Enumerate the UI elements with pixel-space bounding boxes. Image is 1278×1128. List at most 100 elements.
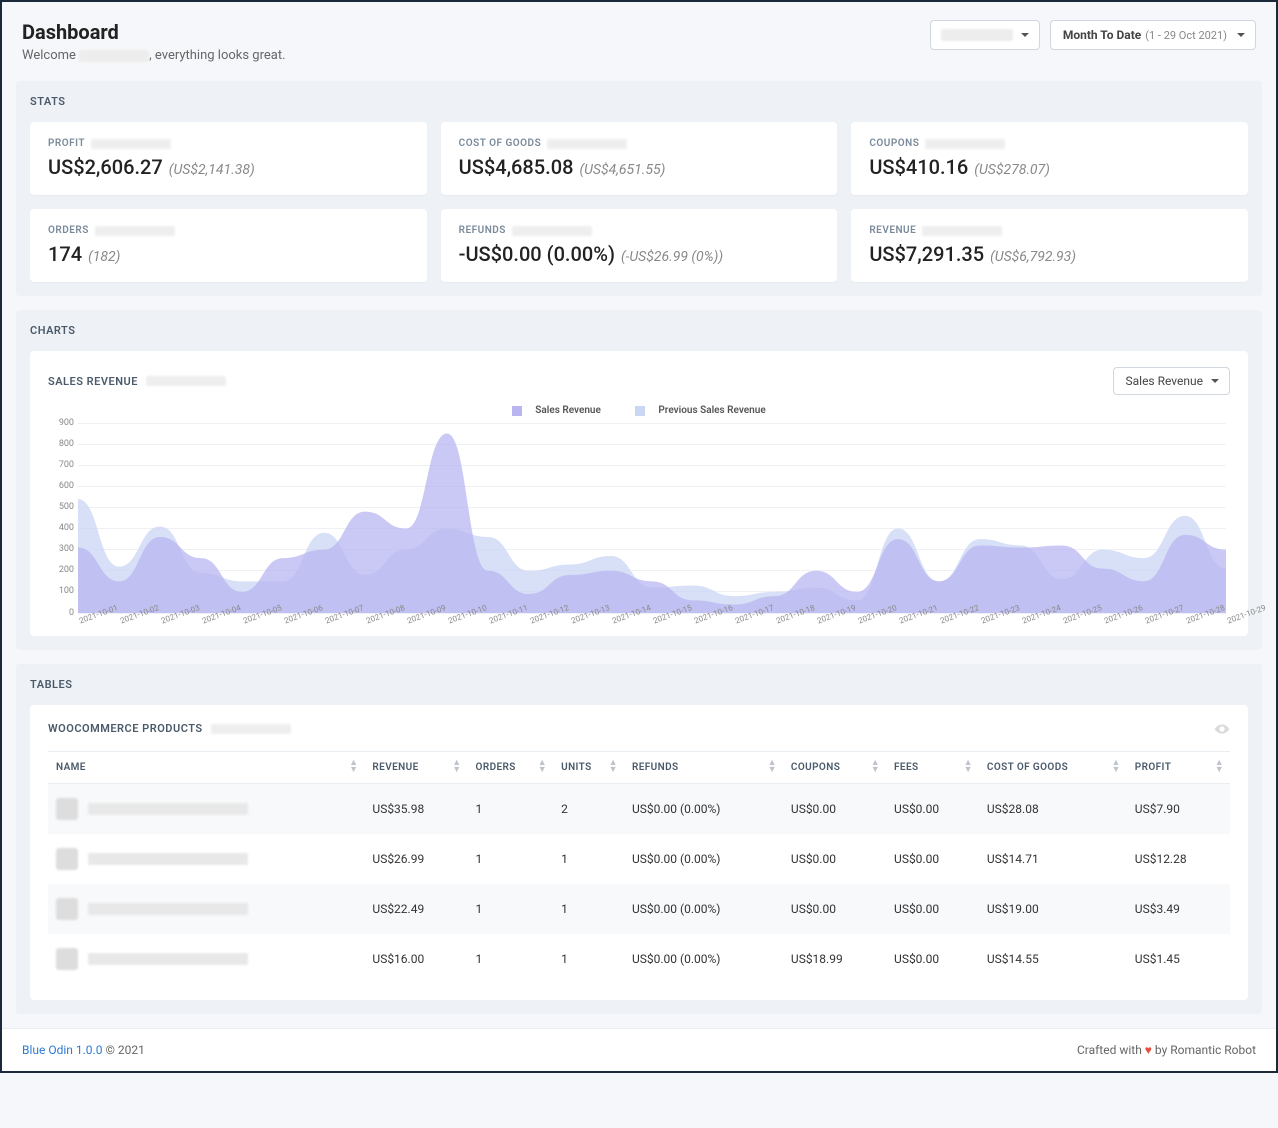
col-cost-of-goods[interactable]: Cost Of Goods▲▼ (979, 751, 1127, 783)
date-range-selector[interactable]: Month To Date (1 - 29 Oct 2021) (1050, 20, 1256, 50)
x-tick: 2021-10-23 (980, 617, 983, 625)
stat-label: Profit (48, 138, 409, 149)
cell-units: 1 (553, 884, 624, 934)
products-table: Name▲▼Revenue▲▼Orders▲▼Units▲▼Refunds▲▼C… (48, 751, 1230, 984)
x-tick: 2021-10-19 (816, 617, 819, 625)
chart-x-axis: 2021-10-012021-10-022021-10-032021-10-04… (78, 617, 1226, 626)
x-tick: 2021-10-09 (406, 617, 409, 625)
cell-revenue: US$16.00 (364, 934, 467, 984)
sort-icon: ▲▼ (349, 760, 358, 774)
chart-metric-label: Sales Revenue (1126, 374, 1204, 388)
stat-label-redacted (95, 226, 175, 236)
cell-name (48, 884, 364, 934)
product-thumb (56, 948, 78, 970)
product-name-redacted (88, 903, 248, 915)
product-thumb (56, 798, 78, 820)
stat-label-redacted (512, 226, 592, 236)
col-fees[interactable]: Fees▲▼ (886, 751, 979, 783)
stat-label-redacted (547, 139, 627, 149)
welcome-suffix: , everything looks great. (149, 48, 285, 63)
cell-revenue: US$22.49 (364, 884, 467, 934)
stat-value-row: US$4,685.08(US$4,651.55) (459, 155, 820, 179)
cell-cogs: US$19.00 (979, 884, 1127, 934)
stat-label: Coupons (869, 138, 1230, 149)
x-tick: 2021-10-22 (939, 617, 942, 625)
user-name-redacted (79, 50, 149, 62)
table-row[interactable]: US$22.49 1 1 US$0.00 (0.00%) US$0.00 US$… (48, 884, 1230, 934)
page-header: Dashboard Welcome , everything looks gre… (2, 2, 1276, 81)
page-title: Dashboard (22, 20, 286, 44)
x-tick: 2021-10-17 (734, 617, 737, 625)
x-tick: 2021-10-11 (488, 617, 491, 625)
table-row[interactable]: US$16.00 1 1 US$0.00 (0.00%) US$18.99 US… (48, 934, 1230, 984)
stat-label: Orders (48, 225, 409, 236)
tables-section: Tables WooCommerce Products Name▲▼Revenu… (16, 664, 1262, 1014)
cell-name (48, 834, 364, 884)
table-body: US$35.98 1 2 US$0.00 (0.00%) US$0.00 US$… (48, 783, 1230, 984)
x-tick: 2021-10-24 (1021, 617, 1024, 625)
col-units[interactable]: Units▲▼ (553, 751, 624, 783)
x-tick: 2021-10-10 (447, 617, 450, 625)
header-left: Dashboard Welcome , everything looks gre… (22, 20, 286, 63)
stat-card-orders: Orders 174(182) (30, 209, 427, 282)
col-orders[interactable]: Orders▲▼ (468, 751, 554, 783)
x-tick: 2021-10-04 (201, 617, 204, 625)
cell-cogs: US$28.08 (979, 783, 1127, 834)
stat-value-row: US$7,291.35(US$6,792.93) (869, 242, 1230, 266)
legend-current: Sales Revenue (504, 405, 609, 416)
y-tick: 200 (59, 565, 74, 575)
products-table-card: WooCommerce Products Name▲▼Revenue▲▼Orde… (30, 705, 1248, 1000)
cell-orders: 1 (468, 884, 554, 934)
site-selector[interactable] (930, 20, 1040, 50)
x-tick: 2021-10-07 (324, 617, 327, 625)
product-name-redacted (88, 803, 248, 815)
x-tick: 2021-10-25 (1062, 617, 1065, 625)
x-tick: 2021-10-05 (242, 617, 245, 625)
product-thumb (56, 848, 78, 870)
x-tick: 2021-10-06 (283, 617, 286, 625)
chart-svg (78, 423, 1226, 613)
col-profit[interactable]: Profit▲▼ (1127, 751, 1230, 783)
col-refunds[interactable]: Refunds▲▼ (624, 751, 783, 783)
cell-name (48, 783, 364, 834)
table-row[interactable]: US$35.98 1 2 US$0.00 (0.00%) US$0.00 US$… (48, 783, 1230, 834)
stat-previous: (US$278.07) (974, 162, 1050, 178)
sort-icon: ▲▼ (1215, 760, 1224, 774)
y-tick: 900 (59, 418, 74, 428)
stat-card-refunds: Refunds -US$0.00 (0.00%)(-US$26.99 (0%)) (441, 209, 838, 282)
app-version-link[interactable]: Blue Odin 1.0.0 (22, 1043, 102, 1057)
stat-value: US$410.16 (869, 155, 968, 179)
stat-card-coupons: Coupons US$410.16 (US$278.07) (851, 122, 1248, 195)
sort-icon: ▲▼ (871, 760, 880, 774)
cell-coupons: US$0.00 (783, 783, 886, 834)
stat-value: -US$0.00 (0.00%) (459, 242, 615, 266)
welcome-text: Welcome , everything looks great. (22, 48, 286, 63)
x-tick: 2021-10-21 (898, 617, 901, 625)
stat-value-row: -US$0.00 (0.00%)(-US$26.99 (0%)) (459, 242, 820, 266)
product-name-redacted (88, 853, 248, 865)
page-footer: Blue Odin 1.0.0 © 2021 Crafted with ♥ by… (2, 1028, 1276, 1071)
table-row[interactable]: US$26.99 1 1 US$0.00 (0.00%) US$0.00 US$… (48, 834, 1230, 884)
chart-metric-selector[interactable]: Sales Revenue (1113, 367, 1231, 395)
crafted-suffix: by Romantic Robot (1155, 1043, 1256, 1057)
stat-previous: (US$6,792.93) (990, 249, 1076, 265)
table-header: WooCommerce Products (48, 721, 1230, 737)
y-tick: 300 (59, 544, 74, 554)
col-revenue[interactable]: Revenue▲▼ (364, 751, 467, 783)
copyright-text: © 2021 (105, 1043, 144, 1057)
cell-orders: 1 (468, 834, 554, 884)
col-name[interactable]: Name▲▼ (48, 751, 364, 783)
y-tick: 0 (69, 608, 74, 618)
y-tick: 400 (59, 523, 74, 533)
x-tick: 2021-10-28 (1185, 617, 1188, 625)
table-head-row: Name▲▼Revenue▲▼Orders▲▼Units▲▼Refunds▲▼C… (48, 751, 1230, 783)
visibility-icon[interactable] (1214, 721, 1230, 737)
x-tick: 2021-10-29 (1226, 617, 1229, 625)
stat-previous: (US$2,141.38) (169, 162, 255, 178)
heart-icon: ♥ (1145, 1043, 1152, 1057)
sort-icon: ▲▼ (964, 760, 973, 774)
col-coupons[interactable]: Coupons▲▼ (783, 751, 886, 783)
y-tick: 500 (59, 502, 74, 512)
sort-icon: ▲▼ (1111, 760, 1120, 774)
stat-label: Refunds (459, 225, 820, 236)
